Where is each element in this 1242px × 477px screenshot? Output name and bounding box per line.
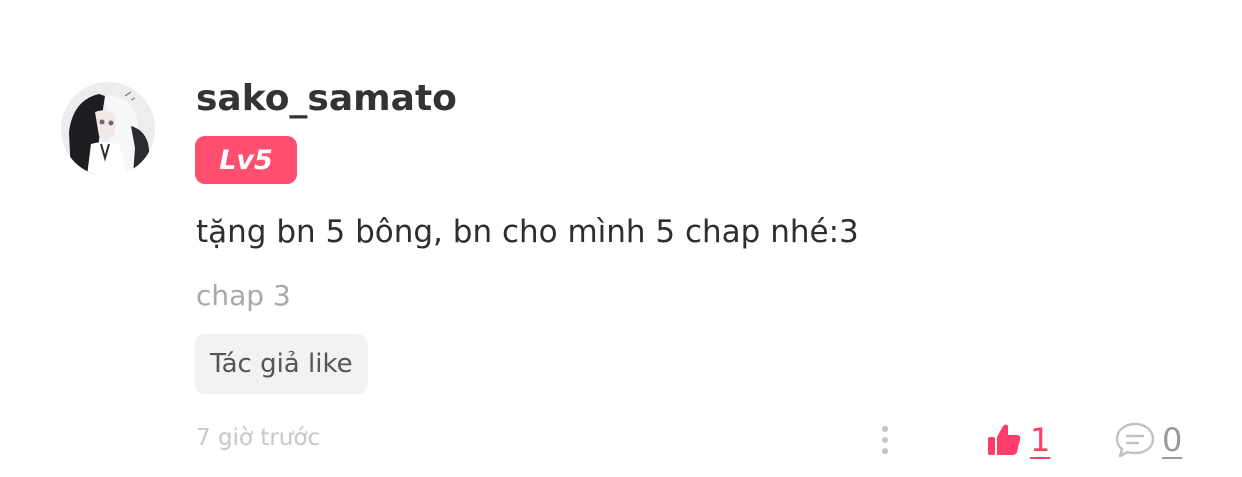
author-liked-badge: Tác giả like [195, 334, 368, 394]
like-button[interactable]: 1 [986, 418, 1050, 462]
reply-count: 0 [1162, 421, 1183, 459]
like-count: 1 [1030, 421, 1051, 459]
comment-item: sako_samato Lv5 tặng bn 5 bông, bn cho m… [0, 0, 1242, 477]
chapter-reference[interactable]: chap 3 [196, 279, 291, 312]
timestamp: 7 giờ trước [196, 425, 321, 451]
thumbs-up-icon [988, 424, 1021, 455]
avatar-image [61, 82, 155, 176]
comment-bubble-icon [1115, 422, 1155, 458]
more-options-button[interactable] [872, 420, 898, 460]
level-badge-label: Lv5 [219, 144, 273, 176]
more-vertical-icon [882, 426, 888, 454]
comment-text: tặng bn 5 bông, bn cho mình 5 chap nhé:3 [196, 214, 859, 250]
username[interactable]: sako_samato [196, 78, 457, 119]
level-badge: Lv5 [195, 136, 297, 184]
author-liked-label: Tác giả like [210, 349, 353, 379]
avatar[interactable] [61, 82, 155, 176]
reply-button[interactable]: 0 [1114, 418, 1182, 462]
